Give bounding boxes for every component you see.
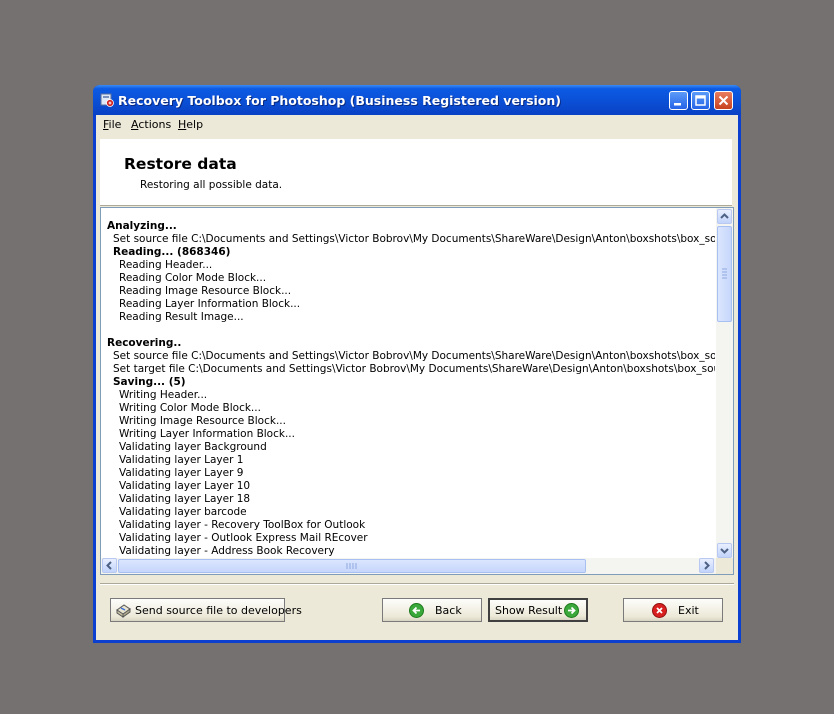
log-line: Validating layer Background (119, 441, 267, 453)
log-line: Reading Image Resource Block... (119, 285, 292, 297)
scroll-left-button[interactable] (102, 558, 117, 573)
scroll-right-button[interactable] (699, 558, 714, 573)
send-button-label: Send source file to developers (135, 604, 302, 617)
log-line: Reading Header... (119, 259, 213, 271)
scroll-up-button[interactable] (717, 209, 732, 224)
divider (100, 583, 734, 585)
grip-icon (346, 563, 357, 569)
show-result-button-label: Show Result (495, 604, 563, 617)
minimize-icon (674, 103, 681, 106)
grip-icon (722, 268, 727, 279)
log-line: Validating layer Layer 10 (119, 480, 251, 492)
log-line: Validating layer - Outlook Express Mail … (119, 532, 368, 544)
dialog-client-area: File Actions Help Restore data Restoring… (96, 115, 738, 640)
exit-icon (652, 603, 667, 618)
exit-button-label: Exit (678, 604, 699, 617)
close-icon (718, 95, 729, 106)
log-line: Validating layer barcode (119, 506, 247, 518)
vertical-scroll-thumb[interactable] (717, 226, 732, 322)
close-button[interactable] (714, 91, 733, 110)
log-panel[interactable]: Analyzing... Set source file C:\Documents… (100, 207, 734, 575)
chevron-up-icon (720, 213, 729, 219)
back-button[interactable]: Back (382, 598, 482, 622)
menu-help[interactable]: Help (178, 118, 203, 131)
maximize-icon (695, 95, 706, 106)
log-line: Reading Layer Information Block... (119, 298, 301, 310)
minimize-button[interactable] (669, 91, 688, 110)
log-line: Saving... (5) (113, 376, 186, 388)
log-line: Reading Color Mode Block... (119, 272, 267, 284)
chevron-down-icon (720, 548, 729, 554)
exit-button[interactable]: Exit (623, 598, 723, 622)
scroll-down-button[interactable] (717, 543, 732, 558)
vertical-scrollbar[interactable] (716, 208, 733, 559)
page-subtitle: Restoring all possible data. (140, 179, 283, 191)
menu-actions[interactable]: Actions (131, 118, 171, 131)
maximize-button[interactable] (691, 91, 710, 110)
log-line: Validating layer Layer 1 (119, 454, 244, 466)
log-line: Reading... (868346) (113, 246, 231, 258)
back-button-label: Back (435, 604, 462, 617)
horizontal-scroll-thumb[interactable] (118, 559, 586, 573)
page-title: Restore data (124, 155, 237, 173)
log-line: Validating layer - Recovery ToolBox for … (119, 519, 366, 531)
log-line: Set source file C:\Documents and Setting… (113, 350, 715, 362)
log-line: Validating layer Layer 9 (119, 467, 244, 479)
chevron-right-icon (704, 561, 710, 570)
app-icon (100, 93, 114, 107)
scrollbar-corner (716, 558, 733, 574)
log-line: Validating layer - Address Book Recovery (119, 545, 335, 557)
log-line: Writing Image Resource Block... (119, 415, 286, 427)
log-line: Set target file C:\Documents and Setting… (113, 363, 715, 375)
log-line: Validating layer Layer 18 (119, 493, 251, 505)
title-bar[interactable]: Recovery Toolbox for Photoshop (Business… (93, 85, 741, 115)
send-source-file-button[interactable]: Send source file to developers (110, 598, 302, 622)
chevron-left-icon (106, 561, 112, 570)
menu-file[interactable]: File (103, 118, 121, 131)
show-result-button[interactable]: Show Result (488, 598, 588, 622)
log-line: Analyzing... (107, 220, 177, 232)
send-file-icon (116, 604, 131, 618)
forward-arrow-icon (564, 603, 579, 618)
log-line: Recovering.. (107, 337, 182, 349)
log-line: Reading Result Image... (119, 311, 244, 323)
log-line: Writing Color Mode Block... (119, 402, 261, 414)
window-title: Recovery Toolbox for Photoshop (Business… (118, 93, 562, 108)
back-arrow-icon (409, 603, 424, 618)
menu-bar: File Actions Help (96, 115, 738, 135)
log-line: Writing Header... (119, 389, 208, 401)
log-line: Set source file C:\Documents and Setting… (113, 233, 715, 245)
log-lines: Analyzing... Set source file C:\Documents… (107, 220, 715, 560)
wizard-header: Restore data Restoring all possible data… (100, 139, 732, 206)
horizontal-scrollbar[interactable] (101, 558, 716, 574)
log-line: Writing Layer Information Block... (119, 428, 295, 440)
app-window: Recovery Toolbox for Photoshop (Business… (93, 85, 741, 643)
